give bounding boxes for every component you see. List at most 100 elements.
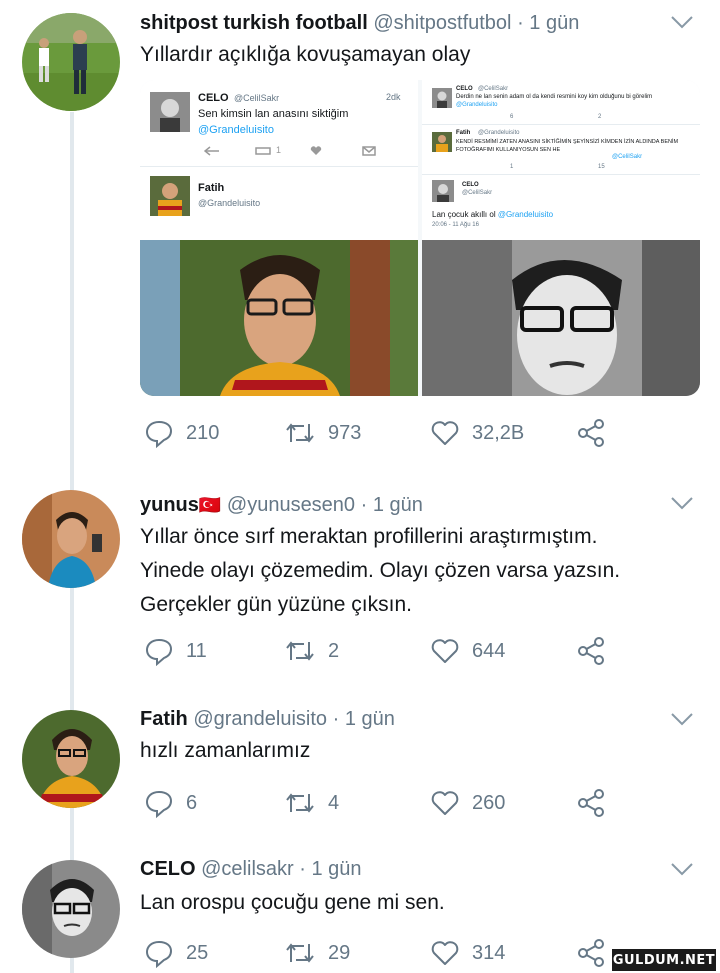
embedded-handle: @Grandeluisito (198, 198, 261, 208)
like-button[interactable]: 314 (430, 936, 505, 970)
reply-icon (204, 146, 219, 156)
embedded-mention: @Grandeluisito (198, 124, 274, 136)
user-handle[interactable]: @celilsakr (201, 858, 294, 880)
tweet-media[interactable]: CELO @CelilSakr 2dk Sen kimsin lan anası… (140, 80, 700, 396)
retweet-button[interactable]: 4 (284, 786, 339, 820)
retweet-button[interactable]: 973 (284, 416, 361, 450)
dm-icon (362, 146, 376, 156)
tweet-text: Lan orospu çocuğu gene mi sen. (140, 891, 445, 914)
timestamp[interactable]: 1 gün (529, 12, 579, 34)
share-icon (578, 939, 604, 967)
football-player-photo-icon (22, 13, 120, 111)
embedded-count: 6 (510, 114, 514, 120)
avatar (150, 176, 190, 216)
heart-icon (431, 941, 459, 965)
share-button[interactable] (576, 786, 606, 820)
separator-dot: · (299, 858, 306, 880)
reply-button[interactable]: 11 (144, 634, 207, 668)
reply-icon (145, 420, 173, 448)
retweet-icon (286, 943, 314, 963)
embedded-handle: @CelilSakr (478, 86, 509, 92)
user-handle[interactable]: @shitpostfutbol (373, 12, 511, 34)
display-name[interactable]: CELO (140, 858, 196, 880)
tweet-text-line: Yinede olayı çözemedim. Olayı çözen vars… (140, 559, 621, 582)
reply-button[interactable]: 6 (144, 786, 197, 820)
tweet-text-line: Gerçekler gün yüzüne çıksın. (140, 593, 412, 616)
avatar[interactable] (22, 860, 120, 958)
avatar (432, 132, 452, 152)
embedded-name: CELO (462, 182, 479, 188)
person-photo-icon (150, 176, 190, 216)
reply-button[interactable]: 25 (144, 936, 208, 970)
embedded-count: 1 (510, 164, 514, 170)
reply-count: 11 (186, 639, 207, 662)
like-button[interactable]: 644 (430, 634, 505, 668)
embedded-rt-count: 1 (276, 145, 282, 155)
timestamp[interactable]: 1 gün (345, 708, 395, 730)
reply-button[interactable]: 210 (144, 416, 219, 450)
person-photo-icon (22, 710, 120, 808)
retweet-icon (286, 641, 314, 661)
separator-dot: · (332, 708, 340, 730)
chevron-down-icon[interactable] (670, 712, 694, 726)
embedded-text-line: Lan çocuk akıllı ol @Grandeluisito (432, 210, 553, 219)
share-button[interactable] (576, 936, 606, 970)
heart-icon (310, 146, 322, 155)
person-photo-icon (22, 860, 120, 958)
tweet-actions: 11 2 644 (140, 634, 620, 668)
avatar[interactable] (22, 710, 120, 808)
retweet-button[interactable]: 2 (284, 634, 339, 668)
watermark-logo: GULDUM.NET (612, 949, 716, 971)
person-photo-icon (432, 88, 452, 108)
person-photo-icon (22, 490, 120, 588)
turkey-flag-icon: 🇹🇷 (198, 495, 222, 516)
person-photo-icon (140, 240, 418, 396)
user-handle[interactable]: @grandeluisito (193, 708, 327, 730)
like-count: 260 (472, 791, 506, 814)
photo-right (422, 240, 700, 396)
display-name[interactable]: shitpost turkish football (140, 12, 368, 34)
embedded-count: 15 (598, 164, 605, 170)
tweet-actions: 6 4 260 (140, 786, 620, 820)
avatar (432, 88, 452, 108)
like-button[interactable]: 32,2B (430, 416, 524, 450)
separator-dot: · (517, 12, 524, 34)
user-handle[interactable]: @yunusesen0 (227, 494, 355, 516)
chevron-down-icon[interactable] (670, 15, 694, 29)
like-button[interactable]: 260 (430, 786, 505, 820)
embedded-time: 2dk (386, 92, 401, 102)
retweet-count: 2 (328, 639, 340, 662)
tweet-actions: 25 29 314 (140, 936, 620, 970)
chevron-down-icon[interactable] (670, 862, 694, 876)
heart-icon (431, 791, 459, 815)
share-button[interactable] (576, 416, 606, 450)
reply-icon (145, 940, 173, 968)
tweet-2[interactable]: yunus🇹🇷 @yunusesen0 · 1 gün Yıllar önce … (0, 470, 720, 690)
display-name[interactable]: Fatih (140, 708, 188, 730)
display-name[interactable]: yunus (140, 494, 199, 516)
share-button[interactable] (576, 634, 606, 668)
timestamp[interactable]: 1 gün (373, 494, 423, 516)
share-icon (578, 419, 604, 447)
retweet-count: 29 (328, 941, 351, 964)
like-count: 314 (472, 941, 506, 964)
share-icon (578, 789, 604, 817)
avatar (150, 92, 190, 132)
chevron-down-icon[interactable] (670, 496, 694, 510)
avatar (432, 180, 454, 202)
avatar[interactable] (22, 13, 120, 111)
embedded-screenshot-left: CELO @CelilSakr 2dk Sen kimsin lan anası… (140, 80, 418, 240)
tweet-1[interactable]: shitpost turkish football @shitpostfutbo… (0, 0, 720, 470)
heart-icon (431, 639, 459, 663)
tweet-3[interactable]: Fatih @grandeluisito · 1 gün hızlı zaman… (0, 690, 720, 840)
retweet-button[interactable]: 29 (284, 936, 350, 970)
avatar[interactable] (22, 490, 120, 588)
reply-icon (145, 638, 173, 666)
timestamp[interactable]: 1 gün (311, 858, 361, 880)
embedded-date: 20:06 - 11 Ağu 16 (432, 222, 479, 228)
embedded-text: Sen kimsin lan anasını siktiğim (198, 108, 349, 120)
embedded-handle: @Grandeluisito (478, 130, 520, 136)
person-photo-icon (432, 180, 454, 202)
tweet-text-line: Yıllar önce sırf meraktan profillerini a… (140, 525, 598, 548)
retweet-icon (255, 147, 271, 155)
